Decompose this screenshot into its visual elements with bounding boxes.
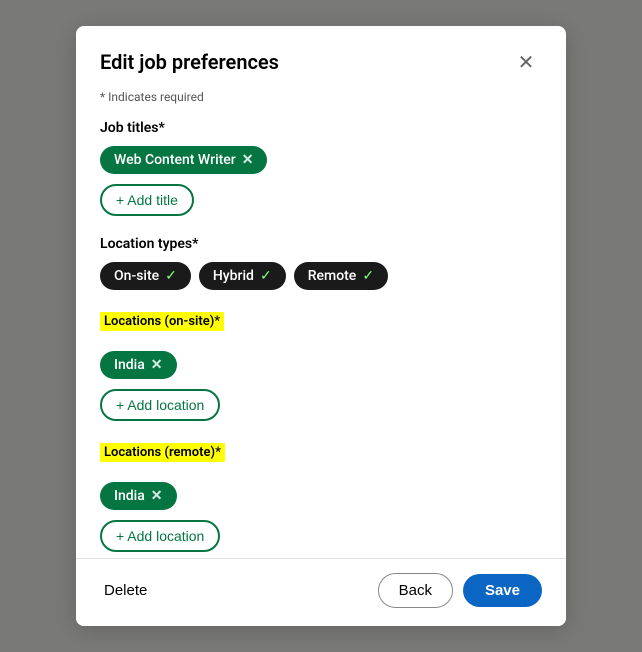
save-button[interactable]: Save	[463, 574, 542, 607]
locations-onsite-tag-row: India ✕	[100, 351, 542, 379]
remove-onsite-india-button[interactable]: ✕	[151, 357, 163, 373]
onsite-india-text: India	[114, 357, 145, 373]
location-type-hybrid[interactable]: Hybrid ✓	[199, 262, 286, 290]
location-type-onsite[interactable]: On-site ✓	[100, 262, 191, 290]
back-button[interactable]: Back	[378, 573, 453, 608]
add-title-row: + Add title	[100, 184, 542, 216]
remote-india-text: India	[114, 488, 145, 504]
location-types-tag-row: On-site ✓ Hybrid ✓ Remote ✓	[100, 262, 542, 290]
location-types-section: Location types* On-site ✓ Hybrid ✓ Remot…	[100, 236, 542, 290]
add-onsite-location-button[interactable]: + Add location	[100, 389, 220, 421]
onsite-india-tag: India ✕	[100, 351, 177, 379]
location-type-remote[interactable]: Remote ✓	[294, 262, 388, 290]
hybrid-checkmark: ✓	[260, 268, 272, 284]
delete-button[interactable]: Delete	[100, 574, 151, 607]
add-remote-location-row: + Add location	[100, 520, 542, 552]
locations-remote-tag-row: India ✕	[100, 482, 542, 510]
remove-remote-india-button[interactable]: ✕	[151, 488, 163, 504]
edit-job-preferences-modal: Edit job preferences ✕ * Indicates requi…	[76, 26, 566, 626]
modal-header: Edit job preferences ✕	[76, 26, 566, 90]
job-title-tag-web-content-writer: Web Content Writer ✕	[100, 146, 267, 174]
locations-remote-label: Locations (remote)*	[100, 443, 225, 462]
locations-onsite-label: Locations (on-site)*	[100, 312, 224, 331]
locations-remote-section: Locations (remote)* India ✕ + Add locati…	[100, 441, 542, 552]
footer-actions: Back Save	[378, 573, 542, 608]
close-button[interactable]: ✕	[510, 46, 542, 78]
close-icon: ✕	[518, 50, 535, 75]
modal-title: Edit job preferences	[100, 50, 279, 74]
locations-onsite-section: Locations (on-site)* India ✕ + Add locat…	[100, 310, 542, 421]
job-titles-section: Job titles* Web Content Writer ✕ + Add t…	[100, 120, 542, 216]
modal-footer: Delete Back Save	[76, 558, 566, 626]
add-title-button[interactable]: + Add title	[100, 184, 194, 216]
modal-overlay: Edit job preferences ✕ * Indicates requi…	[0, 0, 642, 652]
remote-india-tag: India ✕	[100, 482, 177, 510]
onsite-checkmark: ✓	[165, 268, 177, 284]
add-onsite-location-row: + Add location	[100, 389, 542, 421]
job-titles-tag-row: Web Content Writer ✕	[100, 146, 542, 174]
remote-checkmark: ✓	[362, 268, 374, 284]
job-title-tag-text: Web Content Writer	[114, 152, 236, 168]
remove-web-content-writer-button[interactable]: ✕	[242, 152, 254, 168]
required-note: * Indicates required	[100, 90, 542, 104]
job-titles-label: Job titles*	[100, 120, 542, 136]
location-type-onsite-text: On-site	[114, 268, 159, 284]
location-type-remote-text: Remote	[308, 268, 357, 284]
modal-body: * Indicates required Job titles* Web Con…	[76, 90, 566, 558]
add-remote-location-button[interactable]: + Add location	[100, 520, 220, 552]
location-types-label: Location types*	[100, 236, 542, 252]
location-type-hybrid-text: Hybrid	[213, 268, 254, 284]
